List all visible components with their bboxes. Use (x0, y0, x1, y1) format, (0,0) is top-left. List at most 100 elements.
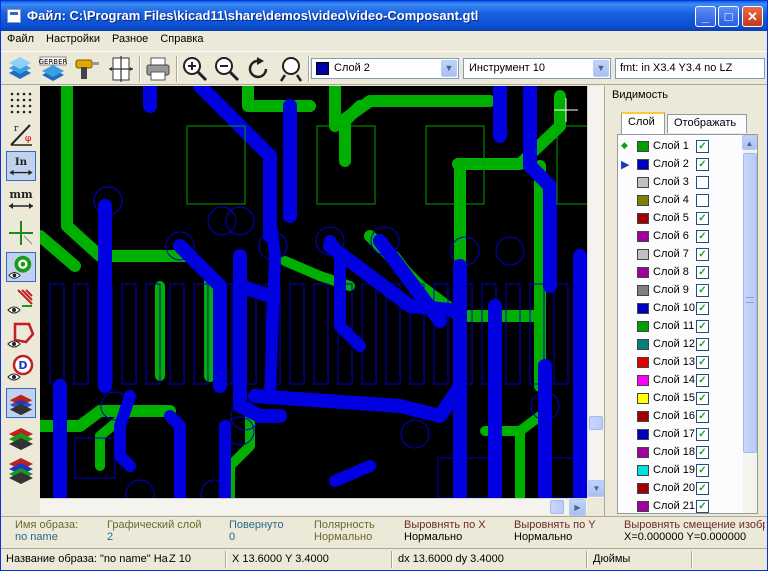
layer-visibility-checkbox[interactable]: ✓ (696, 446, 709, 459)
layer-visibility-checkbox[interactable]: ✓ (696, 212, 709, 225)
menu-settings[interactable]: Настройки (40, 31, 106, 45)
layer-color-swatch[interactable] (637, 213, 649, 224)
layer-visibility-checkbox[interactable]: ✓ (696, 500, 709, 513)
layer-row[interactable]: Слой 21 ✓ (618, 498, 742, 513)
layer-row[interactable]: ▶ Слой 2 ✓ (618, 156, 742, 174)
chevron-down-icon[interactable]: ▼ (441, 60, 457, 77)
layer-visibility-checkbox[interactable]: ✓ (696, 338, 709, 351)
cursor-shape-icon[interactable] (6, 218, 36, 248)
drill-icon[interactable] (72, 55, 100, 83)
layer-row[interactable]: Слой 18 ✓ (618, 444, 742, 462)
layer-visibility-checkbox[interactable]: ✓ (696, 230, 709, 243)
menu-help[interactable]: Справка (154, 31, 209, 45)
layer-visibility-checkbox[interactable]: ✓ (696, 482, 709, 495)
layer-color-swatch[interactable] (637, 303, 649, 314)
scroll-thumb[interactable] (550, 500, 564, 514)
print-icon[interactable] (144, 55, 172, 83)
layer-visibility-checkbox[interactable]: ✓ (696, 464, 709, 477)
layer-color-swatch[interactable] (637, 411, 649, 422)
layer-row[interactable]: Слой 20 ✓ (618, 480, 742, 498)
layer-row[interactable]: Слой 12 ✓ (618, 336, 742, 354)
zoom-out-icon[interactable] (213, 55, 241, 83)
layer-color-swatch[interactable] (637, 483, 649, 494)
canvas-horizontal-scrollbar[interactable]: ▶ (40, 498, 587, 516)
layer-row[interactable]: Слой 7 ✓ (618, 246, 742, 264)
layer-row[interactable]: Слой 4 (618, 192, 742, 210)
layer-row[interactable]: Слой 15 ✓ (618, 390, 742, 408)
show-flashed-icon[interactable] (6, 252, 36, 282)
layer-color-swatch[interactable] (637, 357, 649, 368)
close-button[interactable]: ✕ (742, 6, 763, 27)
layers-mode-normal-icon[interactable] (6, 388, 36, 418)
layer-visibility-checkbox[interactable]: ✓ (696, 428, 709, 441)
layer-visibility-checkbox[interactable]: ✓ (696, 248, 709, 261)
layer-color-swatch[interactable] (637, 465, 649, 476)
layer-color-swatch[interactable] (637, 321, 649, 332)
layer-row[interactable]: Слой 17 ✓ (618, 426, 742, 444)
layer-visibility-checkbox[interactable]: ✓ (696, 140, 709, 153)
zoom-in-icon[interactable] (181, 55, 209, 83)
layer-color-swatch[interactable] (637, 501, 649, 512)
layer-row[interactable]: Слой 13 ✓ (618, 354, 742, 372)
scroll-down-button[interactable]: ▼ (588, 480, 605, 497)
layer-visibility-checkbox[interactable]: ✓ (696, 392, 709, 405)
layer-color-swatch[interactable] (637, 339, 649, 350)
layers-stack-icon[interactable] (6, 55, 34, 83)
layer-color-swatch[interactable] (637, 141, 649, 152)
layer-visibility-checkbox[interactable]: ✓ (696, 410, 709, 423)
layer-row[interactable]: Слой 10 ✓ (618, 300, 742, 318)
redraw-icon[interactable] (245, 55, 273, 83)
layer-color-swatch[interactable] (637, 231, 649, 242)
layer-color-swatch[interactable] (637, 159, 649, 170)
zoom-fit-icon[interactable] (277, 55, 305, 83)
layer-row[interactable]: ◆ Слой 1 ✓ (618, 138, 742, 156)
minimize-button[interactable]: _ (695, 6, 716, 27)
layer-color-swatch[interactable] (637, 249, 649, 260)
layer-row[interactable]: Слой 6 ✓ (618, 228, 742, 246)
layer-visibility-checkbox[interactable]: ✓ (696, 320, 709, 333)
canvas-vertical-scrollbar[interactable]: ▼ (587, 86, 605, 498)
layer-row[interactable]: Слой 3 (618, 174, 742, 192)
layer-visibility-checkbox[interactable]: ✓ (696, 356, 709, 369)
layer-color-swatch[interactable] (637, 447, 649, 458)
layer-color-swatch[interactable] (637, 267, 649, 278)
pcb-canvas[interactable] (40, 86, 587, 498)
layer-color-swatch[interactable] (637, 177, 649, 188)
layer-row[interactable]: Слой 8 ✓ (618, 264, 742, 282)
tab-layers[interactable]: Слой (621, 112, 665, 134)
layer-list-scrollbar[interactable]: ▲ (742, 135, 757, 513)
layer-visibility-checkbox[interactable]: ✓ (696, 266, 709, 279)
layer-color-swatch[interactable] (637, 195, 649, 206)
layers-mode-transparent-icon[interactable] (6, 454, 36, 484)
layer-visibility-checkbox[interactable]: ✓ (696, 302, 709, 315)
layer-color-swatch[interactable] (637, 285, 649, 296)
chevron-down-icon[interactable]: ▼ (593, 60, 609, 77)
layer-row[interactable]: Слой 16 ✓ (618, 408, 742, 426)
show-dcodes-icon[interactable]: D (6, 353, 36, 383)
layer-color-swatch[interactable] (637, 375, 649, 386)
scroll-thumb[interactable] (589, 416, 603, 430)
layer-visibility-checkbox[interactable]: ✓ (696, 158, 709, 171)
gerber-load-icon[interactable]: GERBER (39, 55, 67, 83)
menu-file[interactable]: Файл (1, 31, 40, 45)
scroll-thumb[interactable] (743, 153, 757, 453)
layer-row[interactable]: Слой 19 ✓ (618, 462, 742, 480)
tab-display[interactable]: Отображать (667, 114, 747, 133)
layers-mode-stacked-icon[interactable] (6, 422, 36, 452)
show-lines-icon[interactable] (6, 286, 36, 316)
mm-units-icon[interactable]: mm (6, 184, 36, 214)
layer-row[interactable]: Слой 11 ✓ (618, 318, 742, 336)
maximize-button[interactable]: □ (718, 6, 739, 27)
layer-color-swatch[interactable] (637, 429, 649, 440)
layer-visibility-checkbox[interactable] (696, 194, 709, 207)
show-polygons-icon[interactable] (6, 320, 36, 350)
inch-units-icon[interactable]: In (6, 151, 36, 181)
layer-select[interactable]: Слой 2 ▼ (311, 58, 459, 79)
layer-visibility-checkbox[interactable] (696, 176, 709, 189)
layer-color-swatch[interactable] (637, 393, 649, 404)
title-bar[interactable]: Файл: C:\Program Files\kicad11\share\dem… (1, 1, 767, 31)
scroll-up-button[interactable]: ▲ (742, 135, 757, 150)
layer-row[interactable]: Слой 14 ✓ (618, 372, 742, 390)
layer-visibility-checkbox[interactable]: ✓ (696, 374, 709, 387)
layer-visibility-checkbox[interactable]: ✓ (696, 284, 709, 297)
